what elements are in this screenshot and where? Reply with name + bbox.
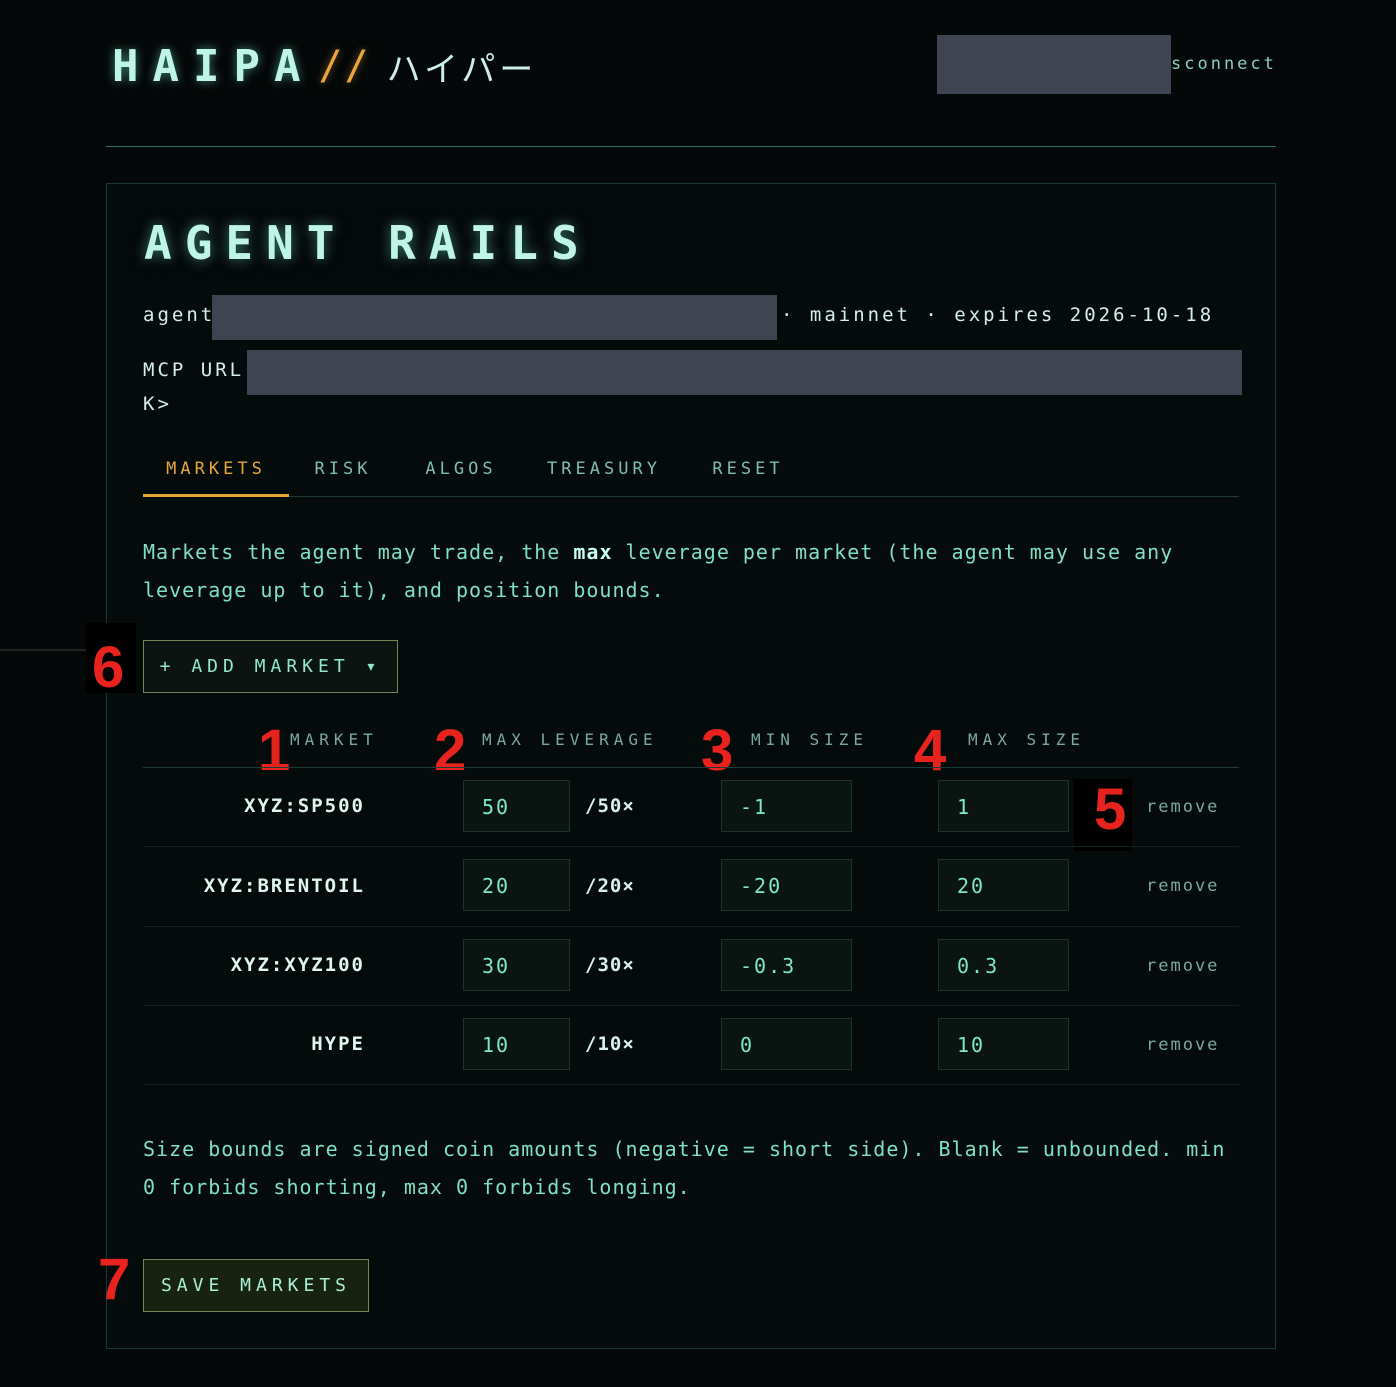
market-name: HYPE <box>311 1033 365 1055</box>
remove-market-button[interactable]: remove <box>1146 956 1219 976</box>
logo-japanese: ハイパー <box>386 49 538 90</box>
markets-description: Markets the agent may trade, the max lev… <box>143 533 1243 609</box>
min-size-input[interactable]: -0.3 <box>721 939 852 991</box>
max-leverage-limit: /50× <box>585 795 635 817</box>
tab-reset[interactable]: RESET <box>703 448 793 494</box>
annotation-marker-6: 6 <box>92 635 125 700</box>
size-bounds-footnote: Size bounds are signed coin amounts (neg… <box>143 1137 1226 1199</box>
annotation-marker-4: 4 <box>914 718 947 783</box>
annotation-marker-5: 5 <box>1094 777 1127 842</box>
max-leverage-input[interactable]: 10 <box>463 1018 570 1070</box>
column-header-max-leverage: MAX LEVERAGE <box>482 730 658 749</box>
redacted-wallet-address <box>937 35 1171 94</box>
market-name: XYZ:SP500 <box>244 795 365 817</box>
tab-algos[interactable]: ALGOS <box>413 448 509 494</box>
market-name: XYZ:XYZ100 <box>230 954 365 976</box>
row-divider <box>143 846 1239 847</box>
annotation-marker-7: 7 <box>98 1247 131 1312</box>
redacted-mcp-url <box>247 350 1242 395</box>
min-size-input[interactable]: -1 <box>721 780 852 832</box>
max-leverage-limit: /30× <box>585 954 635 976</box>
logo-separator: // <box>318 43 371 89</box>
tab-risk[interactable]: RISK <box>303 448 383 494</box>
remove-market-button[interactable]: remove <box>1146 876 1219 896</box>
max-leverage-input[interactable]: 50 <box>463 780 570 832</box>
max-leverage-input[interactable]: 30 <box>463 939 570 991</box>
remove-market-button[interactable]: remove <box>1146 797 1219 817</box>
mcp-url-label: MCP URL: <box>143 359 259 381</box>
app-logo: HAIPA // ハイパー <box>112 36 537 96</box>
disconnect-button[interactable]: sconnect <box>1171 52 1277 76</box>
redacted-agent-address <box>212 295 777 340</box>
column-header-max-size: MAX SIZE <box>968 730 1086 749</box>
max-size-input[interactable]: 0.3 <box>938 939 1069 991</box>
min-size-input[interactable]: -20 <box>721 859 852 911</box>
pointer-line <box>0 649 90 651</box>
row-divider <box>143 1084 1239 1085</box>
max-size-input[interactable]: 10 <box>938 1018 1069 1070</box>
page-title: AGENT RAILS <box>144 216 592 270</box>
header-divider <box>106 146 1276 147</box>
market-name: XYZ:BRENTOIL <box>203 875 365 897</box>
annotation-marker-1: 1 <box>258 718 291 783</box>
logo-text: HAIPA <box>112 40 315 92</box>
mcp-url-suffix: K> <box>143 393 172 415</box>
max-leverage-limit: /10× <box>585 1033 635 1055</box>
column-header-market: MARKET <box>290 730 378 749</box>
network-expiry: · mainnet · expires 2026-10-18 <box>781 304 1215 326</box>
max-leverage-limit: /20× <box>585 875 635 897</box>
max-size-input[interactable]: 1 <box>938 780 1069 832</box>
tab-treasury[interactable]: TREASURY <box>537 448 671 494</box>
annotation-marker-2: 2 <box>434 718 467 783</box>
save-markets-button[interactable]: SAVE MARKETS <box>143 1259 369 1312</box>
annotation-marker-3: 3 <box>701 718 734 783</box>
table-header-divider <box>143 767 1239 768</box>
desc-text-bold: max <box>573 540 613 564</box>
desc-text-pre: Markets the agent may trade, the <box>143 540 574 564</box>
tab-bar: MARKETS RISK ALGOS TREASURY RESET <box>143 448 1239 497</box>
row-divider <box>143 926 1239 927</box>
tab-markets[interactable]: MARKETS <box>143 448 289 497</box>
max-leverage-input[interactable]: 20 <box>463 859 570 911</box>
min-size-input[interactable]: 0 <box>721 1018 852 1070</box>
agent-label: agent <box>143 304 216 326</box>
max-size-input[interactable]: 20 <box>938 859 1069 911</box>
row-divider <box>143 1005 1239 1006</box>
remove-market-button[interactable]: remove <box>1146 1035 1219 1055</box>
add-market-button[interactable]: + ADD MARKET ▾ <box>143 640 398 693</box>
column-header-min-size: MIN SIZE <box>751 730 869 749</box>
